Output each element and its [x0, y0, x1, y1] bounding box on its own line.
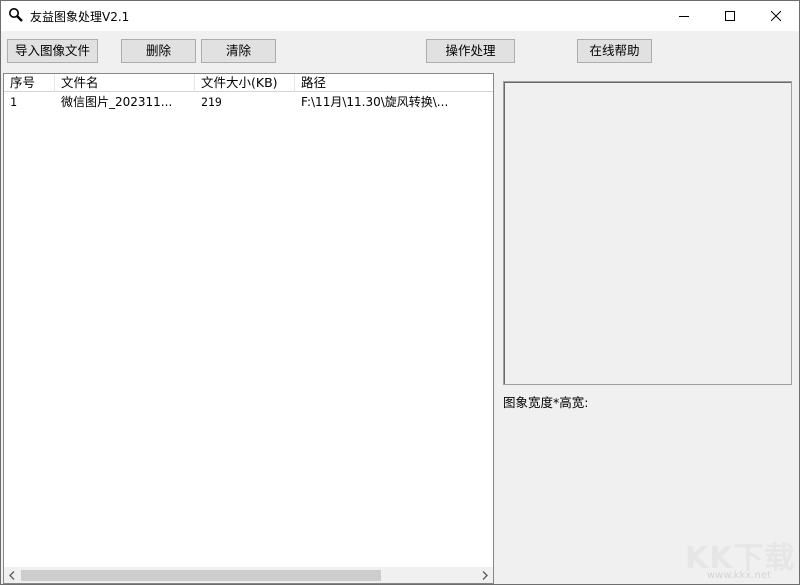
maximize-icon [725, 11, 735, 21]
column-header-index[interactable]: 序号 [4, 74, 55, 92]
cell-filesize: 219 [201, 95, 222, 109]
watermark-url: www.kkx.net [707, 570, 771, 581]
cell-filename: 微信图片_202311... [61, 95, 173, 109]
list-header: 序号 文件名 文件大小(KB) 路径 [4, 74, 493, 92]
close-icon [771, 11, 781, 21]
chevron-left-icon [9, 571, 15, 580]
minimize-icon [679, 16, 689, 17]
scroll-left-button[interactable] [4, 567, 21, 584]
chevron-right-icon [482, 571, 488, 580]
image-dimensions-label: 图象宽度*高宽: [503, 395, 589, 410]
toolbar: 导入图像文件 删除 清除 操作处理 在线帮助 [1, 31, 799, 71]
cell-path: F:\11月\11.30\旋风转换\... [301, 95, 449, 109]
minimize-button[interactable] [661, 1, 707, 31]
process-button[interactable]: 操作处理 [426, 39, 515, 63]
import-image-button[interactable]: 导入图像文件 [7, 39, 98, 63]
column-header-filename[interactable]: 文件名 [55, 74, 195, 92]
delete-button[interactable]: 删除 [121, 39, 196, 63]
scroll-right-button[interactable] [476, 567, 493, 584]
column-header-path[interactable]: 路径 [295, 74, 493, 92]
horizontal-scrollbar[interactable] [4, 566, 493, 583]
title-bar[interactable]: 友益图象处理V2.1 [1, 1, 799, 31]
maximize-button[interactable] [707, 1, 753, 31]
magnifier-icon [8, 7, 24, 23]
window-title: 友益图象处理V2.1 [30, 10, 130, 24]
app-window: 友益图象处理V2.1 导入图像文件 删除 清除 操作处理 在线帮助 序号 文件名… [0, 0, 800, 585]
table-row[interactable]: 1 微信图片_202311... 219 F:\11月\11.30\旋风转换\.… [4, 94, 493, 110]
close-button[interactable] [753, 1, 799, 31]
file-list[interactable]: 序号 文件名 文件大小(KB) 路径 1 微信图片_202311... 219 … [3, 73, 494, 584]
image-preview [503, 81, 792, 385]
watermark: KK下载 www.kkx.net [685, 533, 795, 581]
cell-index: 1 [10, 95, 17, 109]
clear-button[interactable]: 清除 [201, 39, 276, 63]
column-header-filesize[interactable]: 文件大小(KB) [195, 74, 295, 92]
scrollbar-thumb[interactable] [21, 570, 381, 581]
online-help-button[interactable]: 在线帮助 [577, 39, 652, 63]
